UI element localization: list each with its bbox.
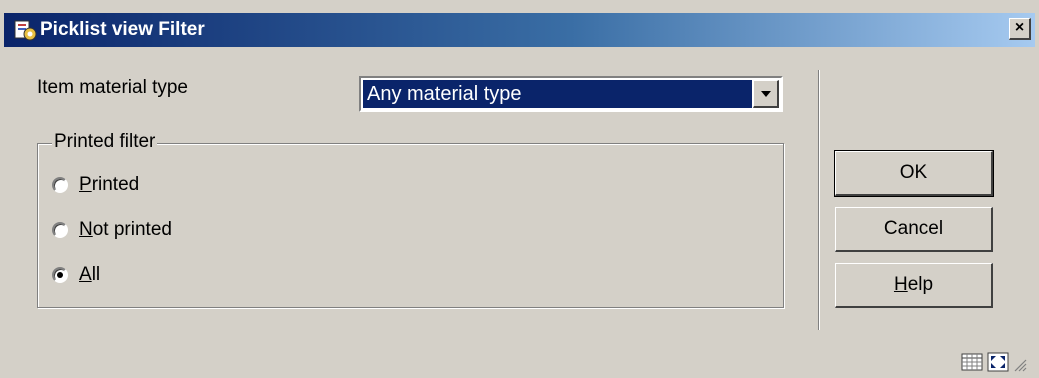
close-icon: × <box>1014 19 1025 36</box>
radio-label-printed: Printed <box>79 174 140 195</box>
radio-printed[interactable]: Printed <box>52 174 139 196</box>
close-button[interactable]: × <box>1009 18 1031 40</box>
expand-icon[interactable] <box>987 352 1009 372</box>
printed-filter-legend: Printed filter <box>52 131 158 153</box>
radio-label-not-printed: Not printed <box>79 219 172 240</box>
radio-all[interactable]: All <box>52 264 100 286</box>
radio-label-all: All <box>79 264 101 285</box>
grid-icon[interactable] <box>961 352 983 372</box>
material-type-label: Item material type <box>37 77 188 98</box>
radio-button-all[interactable] <box>52 267 68 283</box>
radio-button-not-printed[interactable] <box>52 222 68 238</box>
title-bar[interactable]: Picklist view Filter × <box>4 13 1035 47</box>
resize-grip-icon[interactable] <box>1013 358 1027 372</box>
vertical-separator <box>818 70 819 330</box>
help-button[interactable]: Help <box>835 263 993 308</box>
material-type-select[interactable]: Any material type <box>359 76 783 112</box>
status-icons <box>961 352 1027 372</box>
cancel-button[interactable]: Cancel <box>835 207 993 252</box>
material-type-selected-value: Any material type <box>363 80 752 108</box>
ok-button[interactable]: OK <box>834 150 994 197</box>
radio-not-printed[interactable]: Not printed <box>52 219 172 241</box>
app-icon <box>14 20 37 41</box>
dropdown-arrow-icon[interactable] <box>753 80 779 108</box>
radio-button-printed[interactable] <box>52 177 68 193</box>
picklist-view-filter-dialog: Picklist view Filter × Item material typ… <box>0 0 1039 378</box>
window-title: Picklist view Filter <box>40 19 205 40</box>
